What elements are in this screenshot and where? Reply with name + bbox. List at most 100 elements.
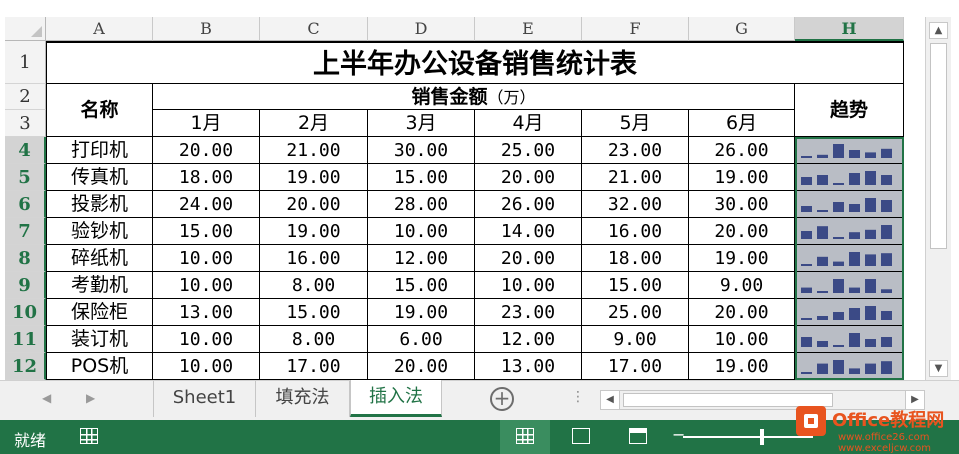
month-header-6[interactable]: 6月	[689, 110, 795, 137]
page-layout-view-icon[interactable]	[572, 428, 590, 444]
product-name-cell[interactable]: 考勤机	[46, 272, 153, 299]
row-header-3[interactable]: 3	[5, 110, 46, 137]
sales-value-cell[interactable]: 23.00	[475, 299, 582, 326]
column-header-d[interactable]: D	[368, 17, 475, 41]
table-title[interactable]: 上半年办公设备销售统计表	[46, 41, 904, 84]
sparkline-cell[interactable]	[795, 299, 904, 326]
sales-value-cell[interactable]: 26.00	[689, 137, 795, 164]
sales-value-cell[interactable]: 30.00	[689, 191, 795, 218]
vertical-scroll-thumb[interactable]	[930, 43, 947, 249]
sales-value-cell[interactable]: 17.00	[582, 353, 689, 380]
row-header-4[interactable]: 4	[5, 137, 46, 164]
next-sheet-icon[interactable]: ▶	[86, 391, 95, 405]
month-header-3[interactable]: 3月	[368, 110, 475, 137]
sparkline-cell[interactable]	[795, 191, 904, 218]
row-header-5[interactable]: 5	[5, 164, 46, 191]
sales-value-cell[interactable]: 8.00	[260, 326, 368, 353]
sales-value-cell[interactable]: 23.00	[582, 137, 689, 164]
month-header-5[interactable]: 5月	[582, 110, 689, 137]
sales-value-cell[interactable]: 15.00	[368, 164, 475, 191]
sales-value-cell[interactable]: 10.00	[475, 272, 582, 299]
sparkline-cell[interactable]	[795, 326, 904, 353]
sales-value-cell[interactable]: 20.00	[475, 245, 582, 272]
sales-value-cell[interactable]: 10.00	[689, 326, 795, 353]
column-header-a[interactable]: A	[46, 17, 153, 41]
sales-value-cell[interactable]: 26.00	[475, 191, 582, 218]
sales-value-cell[interactable]: 32.00	[582, 191, 689, 218]
sales-value-cell[interactable]: 20.00	[689, 218, 795, 245]
row-header-1[interactable]: 1	[5, 41, 46, 84]
product-name-cell[interactable]: 验钞机	[46, 218, 153, 245]
sparkline-cell[interactable]	[795, 164, 904, 191]
month-header-4[interactable]: 4月	[475, 110, 582, 137]
sales-value-cell[interactable]: 20.00	[368, 353, 475, 380]
scroll-left-icon[interactable]: ◀	[601, 391, 620, 409]
sales-value-cell[interactable]: 19.00	[260, 164, 368, 191]
sales-value-cell[interactable]: 20.00	[153, 137, 260, 164]
sales-value-cell[interactable]: 13.00	[153, 299, 260, 326]
sales-value-cell[interactable]: 21.00	[260, 137, 368, 164]
prev-sheet-icon[interactable]: ◀	[42, 391, 51, 405]
sparkline-cell[interactable]	[795, 245, 904, 272]
product-name-cell[interactable]: 碎纸机	[46, 245, 153, 272]
tab-fill-method[interactable]: 填充法	[256, 381, 350, 417]
sales-value-cell[interactable]: 17.00	[260, 353, 368, 380]
sales-value-cell[interactable]: 19.00	[689, 353, 795, 380]
sales-value-cell[interactable]: 10.00	[153, 353, 260, 380]
sales-value-cell[interactable]: 15.00	[260, 299, 368, 326]
select-all-corner[interactable]	[5, 17, 46, 41]
sparkline-cell[interactable]	[795, 137, 904, 164]
sales-value-cell[interactable]: 16.00	[260, 245, 368, 272]
sales-value-cell[interactable]: 10.00	[153, 245, 260, 272]
sales-value-cell[interactable]: 12.00	[475, 326, 582, 353]
row-header-2[interactable]: 2	[5, 84, 46, 110]
normal-view-icon[interactable]	[516, 428, 534, 444]
row-header-6[interactable]: 6	[5, 191, 46, 218]
page-break-view-icon[interactable]	[629, 428, 647, 444]
sales-value-cell[interactable]: 16.00	[582, 218, 689, 245]
sales-value-cell[interactable]: 19.00	[689, 245, 795, 272]
sales-value-cell[interactable]: 10.00	[368, 218, 475, 245]
scroll-down-icon[interactable]: ▼	[929, 360, 948, 377]
sales-value-cell[interactable]: 14.00	[475, 218, 582, 245]
tab-sheet1[interactable]: Sheet1	[153, 381, 256, 417]
zoom-out-icon[interactable]: −	[672, 425, 685, 444]
vertical-scrollbar[interactable]: ▲ ▼	[925, 17, 951, 380]
name-header[interactable]: 名称	[46, 84, 153, 137]
sales-value-cell[interactable]: 30.00	[368, 137, 475, 164]
sales-value-cell[interactable]: 6.00	[368, 326, 475, 353]
product-name-cell[interactable]: 投影机	[46, 191, 153, 218]
column-header-f[interactable]: F	[582, 17, 689, 41]
product-name-cell[interactable]: POS机	[46, 353, 153, 380]
row-header-12[interactable]: 12	[5, 353, 46, 380]
split-handle-icon[interactable]: ⋮	[571, 389, 585, 405]
column-header-g[interactable]: G	[689, 17, 795, 41]
sales-value-cell[interactable]: 20.00	[260, 191, 368, 218]
sales-value-cell[interactable]: 25.00	[582, 299, 689, 326]
sales-value-cell[interactable]: 8.00	[260, 272, 368, 299]
sales-value-cell[interactable]: 19.00	[689, 164, 795, 191]
add-sheet-icon[interactable]: +	[490, 387, 514, 411]
zoom-slider-knob[interactable]	[760, 429, 764, 445]
sales-value-cell[interactable]: 18.00	[153, 164, 260, 191]
product-name-cell[interactable]: 打印机	[46, 137, 153, 164]
trend-header[interactable]: 趋势	[795, 84, 904, 137]
sales-value-cell[interactable]: 18.00	[582, 245, 689, 272]
sales-value-cell[interactable]: 15.00	[153, 218, 260, 245]
column-header-b[interactable]: B	[153, 17, 260, 41]
sparkline-cell[interactable]	[795, 353, 904, 380]
row-header-11[interactable]: 11	[5, 326, 46, 353]
row-header-7[interactable]: 7	[5, 218, 46, 245]
sales-value-cell[interactable]: 9.00	[582, 326, 689, 353]
sales-value-cell[interactable]: 15.00	[368, 272, 475, 299]
sales-value-cell[interactable]: 15.00	[582, 272, 689, 299]
sales-amount-header[interactable]: 销售金额（万）	[153, 84, 795, 110]
month-header-2[interactable]: 2月	[260, 110, 368, 137]
sales-value-cell[interactable]: 25.00	[475, 137, 582, 164]
product-name-cell[interactable]: 传真机	[46, 164, 153, 191]
sales-value-cell[interactable]: 10.00	[153, 326, 260, 353]
row-header-9[interactable]: 9	[5, 272, 46, 299]
sales-value-cell[interactable]: 20.00	[475, 164, 582, 191]
sales-value-cell[interactable]: 10.00	[153, 272, 260, 299]
column-header-c[interactable]: C	[260, 17, 368, 41]
